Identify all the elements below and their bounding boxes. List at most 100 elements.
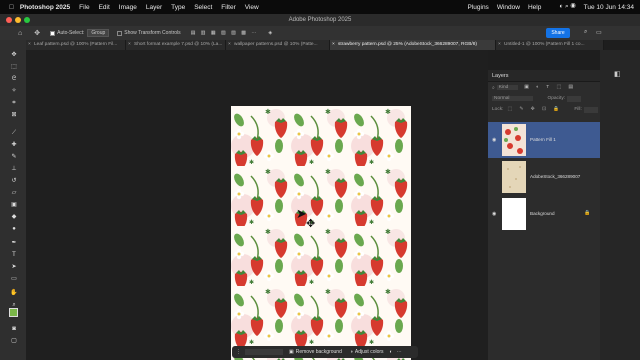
menu-window[interactable]: Window: [497, 4, 520, 11]
eyedropper-icon[interactable]: ⟋: [10, 130, 18, 136]
more-options-icon[interactable]: ⋯: [397, 349, 402, 355]
lock-icons[interactable]: ⬚ ✎ ✥ ⊡ 🔒: [507, 107, 562, 112]
layer-row[interactable]: AdobeStock_366289007: [488, 159, 600, 195]
filter-icons[interactable]: ▣ ◐ T ⬚ ▤: [524, 85, 576, 90]
select-subject-button[interactable]: [245, 349, 283, 355]
remove-background-button[interactable]: Remove background: [296, 349, 342, 355]
visibility-eye-icon[interactable]: ◉: [492, 211, 496, 217]
path-select-icon[interactable]: ➤: [10, 264, 18, 270]
crop-icon[interactable]: ⌗: [10, 100, 18, 106]
close-tab-icon[interactable]: ×: [498, 40, 501, 50]
menu-layer[interactable]: Layer: [146, 4, 162, 11]
3d-mode-icon[interactable]: ◈: [268, 30, 272, 36]
filter-search-icon: ⌕: [492, 85, 495, 91]
layer-thumbnail: [502, 161, 526, 193]
workspace-icon[interactable]: ▭: [596, 29, 602, 36]
kind-filter-dropdown[interactable]: Kind: [496, 85, 519, 90]
contextual-task-bar: ⋮ ▣ Remove background ◑ Adjust colors ◐ …: [232, 346, 418, 358]
layer-row[interactable]: ◉ Pattern Fill 1: [488, 122, 600, 158]
transform-controls-label: Show Transform Controls: [124, 30, 181, 36]
lasso-icon[interactable]: ᘓ: [10, 76, 18, 82]
layer-name[interactable]: AdobeStock_366289007: [530, 174, 580, 179]
collapsed-panels-strip: ◧: [600, 50, 640, 360]
menu-plugins[interactable]: Plugins: [467, 4, 488, 11]
opacity-field[interactable]: [567, 95, 582, 102]
tab-untitled-1[interactable]: × Untitled-1 @ 100% (Pattern Fill 1 co...: [496, 40, 604, 50]
zoom-window-button[interactable]: [24, 17, 30, 23]
tab-strawberry-pattern[interactable]: × strawberry pattern.psd @ 25% (AdobeStoc…: [330, 40, 496, 50]
opacity-label: Opacity:: [547, 96, 566, 101]
blur-icon[interactable]: ◆: [10, 214, 18, 220]
move-cursor-icon: ✥: [306, 218, 316, 230]
layer-name[interactable]: Pattern Fill 1: [530, 137, 556, 142]
type-icon[interactable]: T: [10, 252, 18, 258]
auto-select-dropdown[interactable]: Group: [87, 29, 110, 37]
close-tab-icon[interactable]: ×: [332, 40, 335, 50]
gradient-icon[interactable]: ▣: [10, 202, 18, 208]
fill-label: Fill:: [574, 107, 582, 112]
menu-edit[interactable]: Edit: [99, 4, 110, 11]
adjust-colors-icon: ◑: [349, 349, 353, 355]
home-icon[interactable]: ⌂: [18, 30, 22, 37]
magic-wand-icon[interactable]: ✧: [10, 88, 18, 94]
hand-icon[interactable]: ✋: [10, 290, 18, 296]
frame-icon[interactable]: ⊠: [10, 112, 18, 118]
pen-icon[interactable]: ✒: [10, 240, 18, 246]
align-icons[interactable]: ▤ ▥ ▦ ▧ ▨ ▩ ⋯: [191, 30, 259, 36]
history-brush-icon[interactable]: ↺: [10, 178, 18, 184]
move-tool-options-icon[interactable]: ✥: [34, 29, 40, 37]
menu-file[interactable]: File: [79, 4, 89, 11]
menu-filter[interactable]: Filter: [221, 4, 235, 11]
tab-leaf-pattern[interactable]: × Leaf pattern.psd @ 100% (Pattern Fil...: [26, 40, 126, 50]
brush-icon[interactable]: ✎: [10, 154, 18, 160]
close-tab-icon[interactable]: ×: [228, 40, 231, 50]
screen-mode-icon[interactable]: ▢: [10, 338, 18, 344]
eraser-icon[interactable]: ▱: [10, 190, 18, 196]
menu-app-name[interactable]: Photoshop 2025: [20, 4, 70, 11]
visibility-eye-icon[interactable]: ◉: [492, 137, 496, 143]
document-tabs: × Leaf pattern.psd @ 100% (Pattern Fil...…: [26, 40, 604, 50]
menu-view[interactable]: View: [245, 4, 259, 11]
layer-row[interactable]: ◉ Background 🔒: [488, 196, 600, 232]
window-title: Adobe Photoshop 2025: [288, 17, 352, 23]
close-tab-icon[interactable]: ×: [128, 40, 131, 50]
tab-wallpaper-patterns[interactable]: × wallpaper patterns.psd @ 10% (Patte...: [226, 40, 330, 50]
search-icon[interactable]: ⌕: [584, 29, 587, 36]
fill-field[interactable]: [583, 106, 598, 113]
lock-label: Lock:: [492, 107, 504, 112]
foreground-color-swatch[interactable]: [9, 308, 18, 317]
mask-icon[interactable]: ◐: [390, 349, 393, 355]
minimize-window-button[interactable]: [15, 17, 21, 23]
menu-image[interactable]: Image: [119, 4, 137, 11]
rectangle-icon[interactable]: ▭: [10, 276, 18, 282]
marquee-icon[interactable]: ⬚: [10, 64, 18, 70]
window-title-bar: Adobe Photoshop 2025: [0, 14, 640, 26]
panel-icon-1[interactable]: ◧: [614, 70, 621, 78]
transform-controls-checkbox[interactable]: [117, 30, 123, 36]
apple-icon[interactable]: : [9, 4, 14, 11]
move-icon[interactable]: ✥: [10, 52, 18, 58]
close-window-button[interactable]: [6, 17, 12, 23]
menu-bar:  Photoshop 2025 File Edit Image Layer T…: [0, 0, 640, 14]
tab-short-format[interactable]: × Short format example 7.psd @ 10% (La...: [126, 40, 226, 50]
share-button[interactable]: Share: [546, 28, 570, 38]
quick-mask-icon[interactable]: ◙: [10, 326, 18, 332]
adjust-colors-button[interactable]: Adjust colors: [355, 349, 384, 355]
task-bar-handle-icon[interactable]: ⋮: [236, 349, 241, 355]
layers-tab[interactable]: Layers: [488, 70, 600, 82]
layers-panel: Layers ⌕ Kind ▣ ◐ T ⬚ ▤ Normal Opacity: …: [488, 70, 600, 360]
auto-select-checkbox[interactable]: [50, 30, 56, 36]
healing-icon[interactable]: ✚: [10, 142, 18, 148]
menu-type[interactable]: Type: [171, 4, 185, 11]
close-tab-icon[interactable]: ×: [28, 40, 31, 50]
document-canvas[interactable]: ✱ ✱: [231, 106, 411, 360]
layer-name[interactable]: Background: [530, 211, 555, 216]
layer-filter-row: ⌕ Kind ▣ ◐ T ⬚ ▤: [488, 82, 600, 93]
layer-thumbnail: [502, 198, 526, 230]
menu-select[interactable]: Select: [194, 4, 212, 11]
stamp-icon[interactable]: ⊥: [10, 166, 18, 172]
blend-mode-dropdown[interactable]: Normal: [492, 96, 534, 101]
menu-help[interactable]: Help: [528, 4, 541, 11]
dodge-icon[interactable]: ●: [10, 226, 18, 232]
tools-panel: ✥ ⬚ ᘓ ✧ ⌗ ⊠ ⟋ ✚ ✎ ⊥ ↺ ▱ ▣ ◆ ● ✒ T ➤ ▭ ✋ …: [0, 40, 26, 360]
